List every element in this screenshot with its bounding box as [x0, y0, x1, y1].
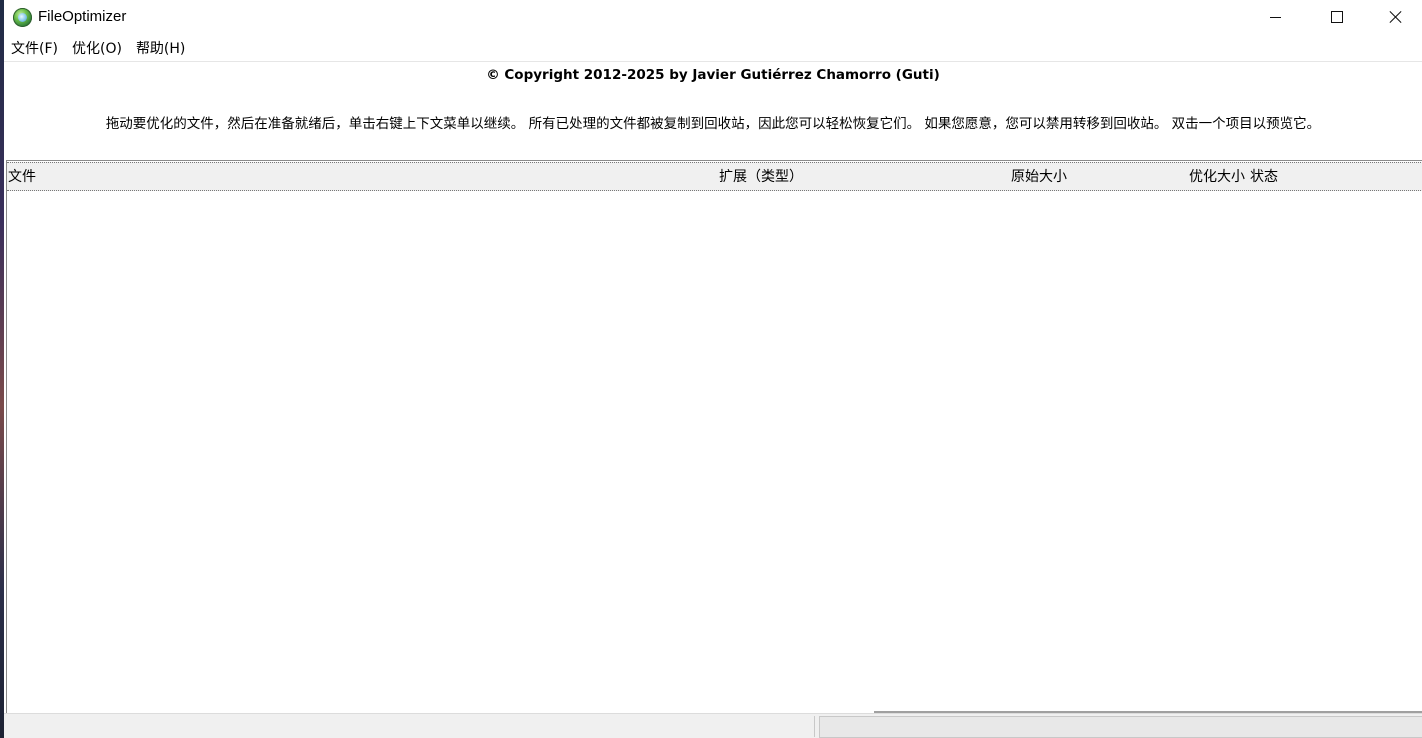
title-bar[interactable]: FileOptimizer [4, 0, 1422, 36]
close-icon [1389, 10, 1403, 24]
column-header-file[interactable]: 文件 [8, 166, 36, 186]
maximize-icon [1331, 11, 1343, 23]
column-header-extension[interactable]: 扩展（类型） [719, 166, 803, 186]
app-window: FileOptimizer 文件(F) 优化(O) 帮助(H) © Copyri… [0, 0, 1422, 738]
minimize-button[interactable] [1252, 0, 1298, 34]
column-header-optimized-size[interactable]: 优化大小 [1189, 166, 1245, 186]
window-title: FileOptimizer [38, 8, 127, 25]
column-header-status[interactable]: 状态 [1250, 166, 1278, 186]
status-panel-left [4, 716, 815, 737]
fileoptimizer-app-icon[interactable] [13, 8, 32, 27]
file-list-view[interactable]: 文件 扩展（类型） 原始大小 优化大小 状态 [6, 160, 1422, 714]
menu-optimize[interactable]: 优化(O) [65, 38, 129, 60]
menu-bar: 文件(F) 优化(O) 帮助(H) [4, 37, 1422, 62]
status-panel-right [819, 716, 1422, 738]
menu-help[interactable]: 帮助(H) [129, 38, 192, 60]
list-header: 文件 扩展（类型） 原始大小 优化大小 状态 [7, 162, 1422, 191]
minimize-icon [1269, 16, 1281, 18]
desktop-background [0, 0, 4, 738]
maximize-button[interactable] [1314, 0, 1360, 34]
menu-file[interactable]: 文件(F) [4, 38, 65, 60]
copyright-label: © Copyright 2012-2025 by Javier Gutiérre… [486, 67, 940, 83]
status-bar [4, 713, 1422, 738]
column-header-original-size[interactable]: 原始大小 [1011, 166, 1067, 186]
close-button[interactable] [1373, 0, 1419, 34]
instructions-label: 拖动要优化的文件，然后在准备就绪后，单击右键上下文菜单以继续。 所有已处理的文件… [105, 116, 1321, 132]
